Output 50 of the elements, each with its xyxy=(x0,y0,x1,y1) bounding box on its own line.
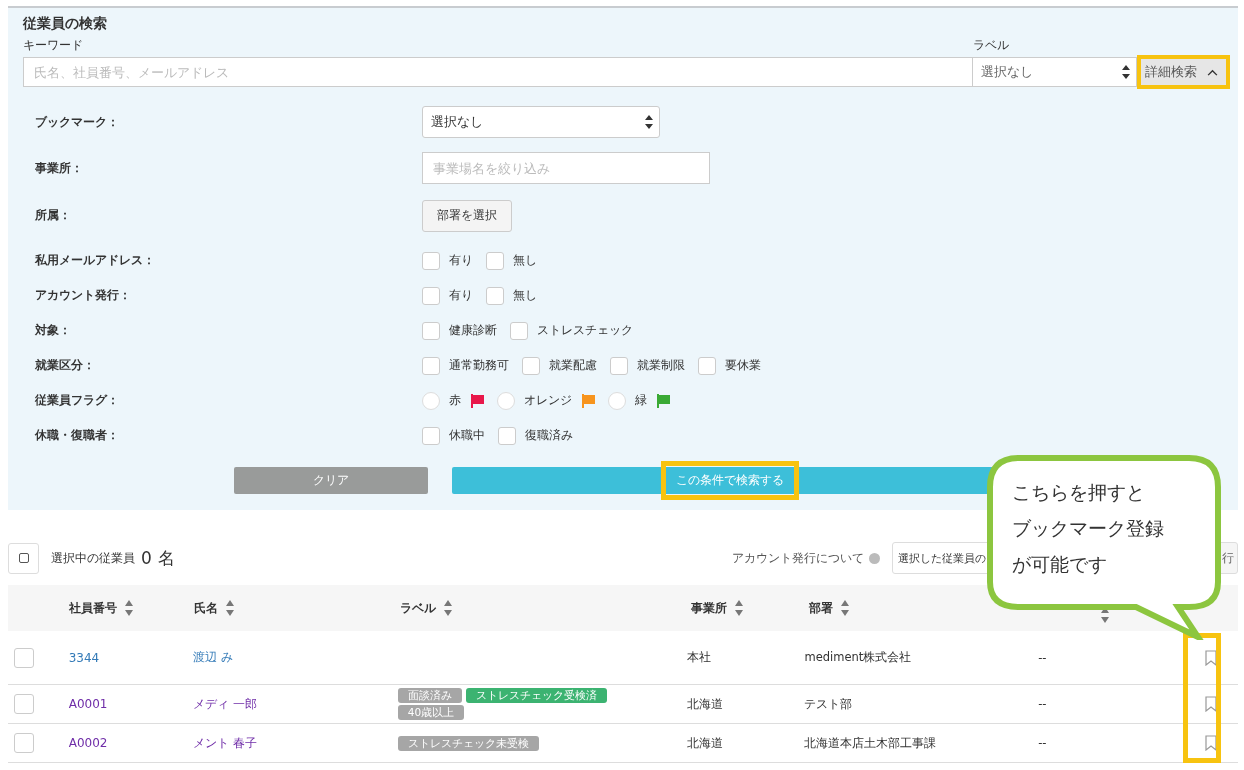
filter-label: 私用メールアドレス： xyxy=(35,253,156,268)
option-label: 無し xyxy=(513,288,537,303)
option-label: 休職中 xyxy=(449,428,485,443)
table-cell: -- xyxy=(1038,697,1047,711)
table-cell: テスト部 xyxy=(804,696,853,712)
filter-label: 事業所： xyxy=(35,160,84,176)
column-header: 氏名 xyxy=(194,599,218,617)
filter-label: 所属： xyxy=(35,208,72,223)
field-label: キーワード xyxy=(23,37,84,54)
tag: ストレスチェック未受検 xyxy=(397,735,539,751)
count-unit: 名 xyxy=(157,546,175,570)
selected-count-label: 選択中の従業員 xyxy=(51,550,135,566)
option-label: 赤 xyxy=(449,393,461,408)
panel-title: 従業員の検索 xyxy=(23,15,108,33)
table-cell: 北海道本店土木部工事課 xyxy=(804,735,937,751)
column-header: ラベル xyxy=(400,599,436,617)
tag: ストレスチェック受検済 xyxy=(465,688,607,703)
filter-label: ブックマーク： xyxy=(35,114,120,130)
option-label: 有り xyxy=(449,253,473,268)
table-cell: -- xyxy=(1038,650,1047,665)
option-label: オレンジ xyxy=(524,393,572,408)
option-label: 要休業 xyxy=(725,358,761,373)
table-cell: 本社 xyxy=(687,650,712,665)
column-header: 社員番号 xyxy=(69,599,117,617)
filter-label: 従業員フラグ： xyxy=(35,393,120,408)
option-label: ストレスチェック xyxy=(537,323,633,338)
tag: 40歳以上 xyxy=(397,705,465,720)
option-label: 有り xyxy=(449,288,473,303)
column-header: 部署 xyxy=(809,599,833,617)
table-cell: 北海道 xyxy=(687,735,724,751)
filter-label: 対象： xyxy=(35,323,72,338)
selected-count: 0 xyxy=(141,548,152,568)
table-cell: 北海道 xyxy=(687,696,724,712)
callout-text: ブックマーク登録 xyxy=(1012,516,1164,541)
table-cell: -- xyxy=(1038,736,1047,750)
option-label: 無し xyxy=(513,253,537,268)
option-label: 復職済み xyxy=(525,428,573,443)
option-label: 就業制限 xyxy=(637,358,685,373)
filter-label: 就業区分： xyxy=(35,358,96,373)
option-label: 緑 xyxy=(635,393,647,408)
filter-label: アカウント発行： xyxy=(35,288,132,303)
filter-label: 休職・復職者： xyxy=(35,428,120,443)
tag: 面談済み xyxy=(397,688,462,703)
table-cell: mediment株式会社 xyxy=(804,650,912,665)
option-label: 健康診断 xyxy=(449,323,497,338)
option-label: 就業配慮 xyxy=(549,358,597,373)
option-label: 通常勤務可 xyxy=(449,358,509,373)
callout-text: が可能です xyxy=(1012,552,1108,577)
column-header: 事業所 xyxy=(691,599,727,617)
field-label: ラベル xyxy=(973,37,1009,54)
